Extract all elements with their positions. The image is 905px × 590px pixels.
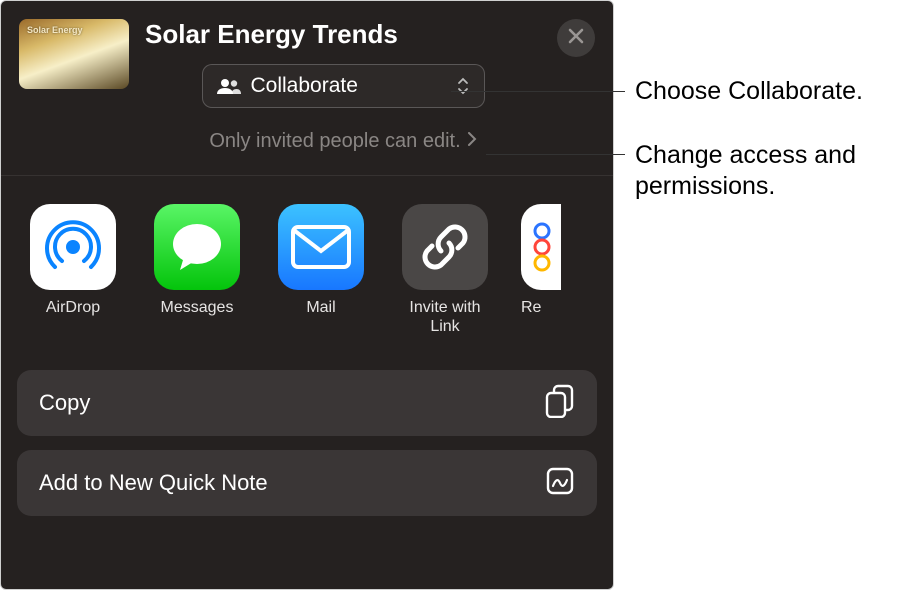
share-app-airdrop[interactable]: AirDrop [25, 204, 121, 336]
collaborate-label: Collaborate [251, 74, 446, 98]
airdrop-icon [30, 204, 116, 290]
close-button[interactable] [557, 19, 595, 57]
callout-collaborate: Choose Collaborate. [451, 76, 863, 107]
collaborate-dropdown[interactable]: Collaborate [202, 64, 485, 108]
permissions-link[interactable]: Only invited people can edit. [145, 130, 541, 153]
chevron-right-icon [467, 132, 477, 151]
share-app-messages[interactable]: Messages [149, 204, 245, 336]
copy-icon [545, 384, 575, 423]
document-thumbnail: Solar Energy [19, 19, 129, 89]
app-label: AirDrop [46, 298, 100, 336]
callout-permissions: Change access and permissions. [486, 140, 865, 203]
action-label: Add to New Quick Note [39, 470, 268, 496]
callout-line [451, 91, 625, 92]
app-label: Invite with Link [397, 298, 493, 336]
share-app-mail[interactable]: Mail [273, 204, 369, 336]
callout-line [486, 154, 625, 155]
action-copy[interactable]: Copy [17, 370, 597, 436]
app-label: Messages [161, 298, 234, 336]
reminders-icon [521, 204, 561, 290]
messages-icon [154, 204, 240, 290]
app-label: Re [521, 298, 561, 336]
app-label: Mail [306, 298, 335, 336]
share-app-invite-link[interactable]: Invite with Link [397, 204, 493, 336]
actions-list: Copy Add to New Quick Note [1, 364, 613, 532]
callout-text: Change access and permissions. [635, 140, 865, 203]
action-quick-note[interactable]: Add to New Quick Note [17, 450, 597, 516]
document-title: Solar Energy Trends [145, 19, 541, 50]
action-label: Copy [39, 390, 90, 416]
share-app-reminders[interactable]: Re [521, 204, 561, 336]
annotations-panel: Choose Collaborate. Change access and pe… [614, 0, 905, 590]
mail-icon [278, 204, 364, 290]
callout-text: Choose Collaborate. [635, 76, 863, 107]
share-apps-row[interactable]: AirDrop Messages Mail [1, 176, 613, 364]
quick-note-icon [545, 466, 575, 501]
close-icon [568, 28, 584, 49]
people-icon [217, 78, 241, 94]
link-icon [402, 204, 488, 290]
permissions-text: Only invited people can edit. [209, 130, 460, 153]
thumbnail-label: Solar Energy [27, 25, 83, 35]
